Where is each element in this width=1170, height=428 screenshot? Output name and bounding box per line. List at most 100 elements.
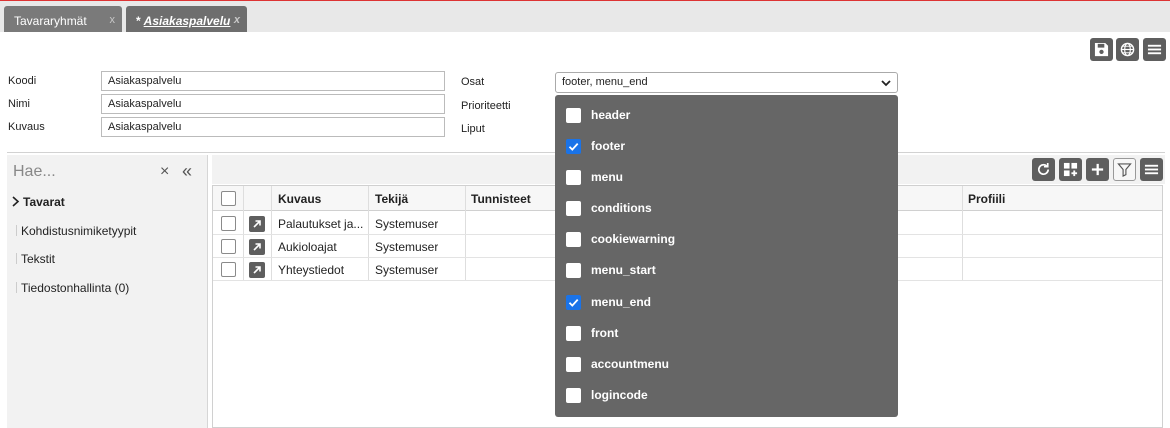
add-widget-icon [1063,162,1078,177]
save-button[interactable] [1090,38,1113,61]
column-profiili[interactable]: Profiili [968,192,1005,206]
cell-kuvaus: Yhteystiedot [278,263,345,277]
filter-button[interactable] [1113,158,1136,181]
tab-bar: Tavararyhmät x * Asiakaspalvelu x [0,0,1170,32]
arrow-up-right-icon [253,243,261,251]
tree-line [16,225,17,236]
kuvaus-label: Kuvaus [8,121,45,133]
option-accountmenu[interactable]: accountmenu [555,349,898,380]
option-checkbox[interactable] [566,170,581,185]
cell-kuvaus: Palautukset ja... [278,217,364,231]
option-footer[interactable]: footer [555,131,898,162]
chevron-down-icon [881,80,891,87]
option-label: front [591,326,619,340]
search-input[interactable]: Hae... [13,163,56,181]
language-button[interactable] [1116,38,1139,61]
arrow-up-right-icon [253,266,261,274]
option-checkbox[interactable] [566,326,581,341]
open-row-button[interactable] [249,262,265,278]
option-label: conditions [591,201,652,215]
option-label: menu_end [591,295,652,309]
option-label: footer [591,139,625,153]
close-icon[interactable]: x [110,14,116,26]
nimi-label: Nimi [8,98,30,110]
open-row-button[interactable] [249,216,265,232]
menu-icon [1144,164,1159,175]
menu-icon [1147,44,1162,55]
tree-item-label: Tiedostonhallinta (0) [21,281,130,295]
collapse-panel-icon[interactable]: « [182,161,192,182]
refresh-button[interactable] [1032,158,1055,181]
option-label: cookiewarning [591,232,676,246]
option-menu-end[interactable]: menu_end [555,287,898,318]
option-conditions[interactable]: conditions [555,193,898,224]
check-icon [568,298,579,307]
option-menu-start[interactable]: menu_start [555,255,898,286]
cell-tekija: Systemuser [375,263,439,277]
filter-icon [1117,163,1132,177]
tree-item-label: Tekstit [21,252,56,266]
kuvaus-input[interactable]: Asiakaspalvelu [101,117,445,137]
modified-marker: * [136,14,141,28]
option-front[interactable]: front [555,318,898,349]
add-button[interactable] [1086,158,1109,181]
prioriteetti-label: Prioriteetti [461,100,511,112]
option-header[interactable]: header [555,100,898,131]
tree-line [16,253,17,264]
nimi-input[interactable]: Asiakaspalvelu [101,94,445,114]
close-icon[interactable]: x [234,14,240,26]
option-logincode[interactable]: logincode [555,380,898,411]
column-kuvaus[interactable]: Kuvaus [278,192,321,206]
clear-search-icon[interactable]: × [160,163,169,181]
option-menu[interactable]: menu [555,162,898,193]
tab-label: Asiakaspalvelu [143,14,231,28]
plus-icon [1091,163,1104,176]
row-checkbox[interactable] [221,216,236,231]
column-tunnisteet[interactable]: Tunnisteet [471,192,531,206]
osat-selected-value: footer, menu_end [562,76,648,88]
option-checkbox[interactable] [566,139,581,154]
column-tekija[interactable]: Tekijä [375,192,408,206]
tree-item-tiedostonhallinta[interactable]: Tiedostonhallinta (0) [16,281,129,295]
koodi-input[interactable]: Asiakaspalvelu [101,71,445,91]
option-cookiewarning[interactable]: cookiewarning [555,224,898,255]
row-checkbox[interactable] [221,239,236,254]
tab-asiakaspalvelu[interactable]: * Asiakaspalvelu x [126,6,247,32]
row-checkbox[interactable] [221,262,236,277]
globe-icon [1120,42,1135,57]
open-row-button[interactable] [249,239,265,255]
koodi-label: Koodi [8,75,37,87]
option-label: header [591,108,631,122]
left-panel: Hae... × « Tavarat Kohdistusnimiketyypit… [7,155,208,428]
select-all-checkbox[interactable] [221,191,236,206]
option-label: menu [591,170,624,184]
tree-item-tekstit[interactable]: Tekstit [16,252,55,266]
option-checkbox[interactable] [566,232,581,247]
osat-label: Osat [461,76,485,88]
chevron-right-icon [12,196,20,207]
tree-line [16,282,17,293]
add-widget-button[interactable] [1059,158,1082,181]
option-checkbox[interactable] [566,357,581,372]
option-checkbox[interactable] [566,108,581,123]
arrow-up-right-icon [253,220,261,228]
osat-dropdown: header footer menu conditions cookiewarn… [555,95,898,417]
option-checkbox[interactable] [566,295,581,310]
liput-label: Liput [461,123,485,135]
tree-item-label: Kohdistusnimiketyypit [21,224,137,238]
menu-button[interactable] [1143,38,1166,61]
tab-tavararyhmat[interactable]: Tavararyhmät x [4,6,122,32]
option-checkbox[interactable] [566,388,581,403]
tree-item-kohdistusnimiketyypit[interactable]: Kohdistusnimiketyypit [16,224,136,238]
save-icon [1094,42,1109,57]
tab-label: Tavararyhmät [14,14,87,28]
option-checkbox[interactable] [566,263,581,278]
option-label: menu_start [591,263,656,277]
osat-select[interactable]: footer, menu_end [555,72,898,93]
grid-menu-button[interactable] [1140,158,1163,181]
option-label: accountmenu [591,357,670,371]
refresh-icon [1038,162,1050,175]
tree-item-label: Tavarat [23,195,65,209]
option-checkbox[interactable] [566,201,581,216]
tree-item-tavarat[interactable]: Tavarat [11,195,65,209]
